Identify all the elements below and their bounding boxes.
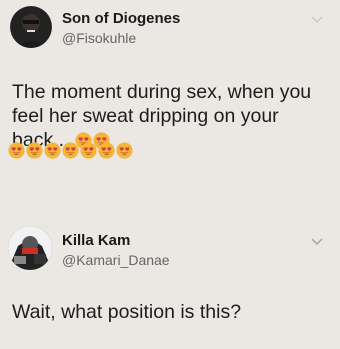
chevron-down-icon[interactable]: [310, 12, 324, 26]
display-name[interactable]: Son of Diogenes: [62, 10, 180, 27]
heart-eyes-emoji: [80, 142, 97, 159]
screenshot: Son of Diogenes @Fisokuhle The moment du…: [0, 0, 340, 349]
avatar-image: [8, 226, 52, 270]
avatar[interactable]: [10, 6, 52, 48]
user-handle[interactable]: @Kamari_Danae: [62, 252, 170, 268]
heart-eyes-emoji: [62, 142, 79, 159]
avatar-image: [10, 6, 52, 48]
chevron-down-icon[interactable]: [310, 234, 324, 248]
user-handle[interactable]: @Fisokuhle: [62, 30, 136, 46]
avatar[interactable]: [8, 226, 52, 270]
display-name[interactable]: Killa Kam: [62, 232, 130, 249]
heart-eyes-emoji: [98, 142, 115, 159]
tweet-text: Wait, what position is this?: [12, 301, 242, 323]
heart-eyes-emoji: [26, 142, 43, 159]
heart-eyes-emoji: [44, 142, 61, 159]
heart-eyes-emoji: [8, 142, 25, 159]
emoji-row: [8, 142, 133, 159]
tweet-son-of-diogenes[interactable]: Son of Diogenes @Fisokuhle The moment du…: [0, 0, 340, 190]
tweet-text-body: The moment during sex, when you feel her…: [12, 81, 312, 151]
heart-eyes-emoji: [116, 142, 133, 159]
tweet-killa-kam[interactable]: Killa Kam @Kamari_Danae Wait, what posit…: [0, 222, 340, 349]
